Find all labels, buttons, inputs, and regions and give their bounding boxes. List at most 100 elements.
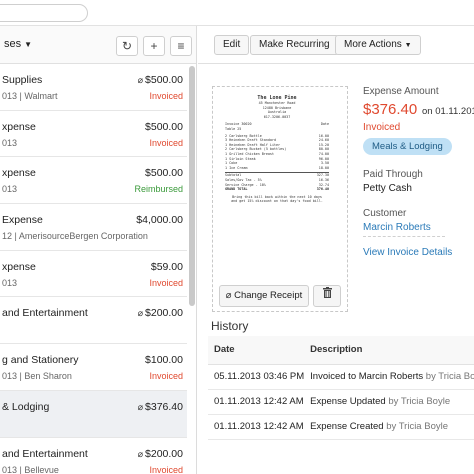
change-receipt-button[interactable]: ⌀ Change Receipt [219, 285, 309, 307]
expense-category: & Lodging [2, 400, 50, 413]
history-title: History [211, 319, 249, 333]
receipt-grand-label: GRAND TOTAL [225, 187, 248, 192]
expense-category: g and Stationery [2, 354, 79, 367]
history-author: by Tricia Boyle [386, 421, 448, 432]
list-item[interactable]: and Entertainment ⌀ $200.00 [0, 297, 187, 345]
history-description-cell: Expense Created by Tricia Boyle [304, 414, 474, 440]
receipt-footer-2: and get 15% discount on that day's food … [231, 199, 323, 204]
status-badge: Reimbursed [134, 184, 183, 195]
receipt-preview: The Lone Pine 45 Manchester Road 12480 B… [212, 86, 348, 312]
list-scrollbar[interactable] [189, 66, 195, 306]
paperclip-icon: ⌀ [225, 290, 232, 301]
more-actions-label: More Actions [344, 39, 402, 50]
search-input[interactable] [0, 4, 88, 22]
expense-category: xpense [2, 167, 36, 180]
expense-category: Expense [2, 214, 43, 227]
hamburger-icon: ≡ [177, 39, 185, 53]
status-badge: Invoiced [149, 371, 183, 382]
list-view-selector[interactable]: ses ▼ [4, 38, 32, 50]
more-actions-button[interactable]: More Actions ▼ [335, 35, 421, 55]
history-row: 05.11.2013 03:46 PM Invoiced to Marcin Ro… [208, 364, 474, 390]
history-row: 01.11.2013 12:42 AM Expense Updated by Tr… [208, 389, 474, 415]
plus-icon: + [150, 39, 158, 53]
expense-amount-cell: ⌀ $200.00 [138, 307, 183, 319]
expense-amount-cell: ⌀ $376.40 [138, 401, 183, 413]
paperclip-icon: ⌀ [137, 448, 144, 459]
expense-amount-cell: $500.00 [145, 121, 183, 133]
list-item[interactable]: Supplies 013 | Walmart ⌀ $500.00 Invoiced [0, 64, 187, 111]
expense-amount-value: $4,000.00 [136, 214, 183, 227]
expense-meta: 013 [2, 184, 18, 195]
list-view-title: ses [4, 38, 22, 50]
status-badge: Invoiced [149, 277, 183, 288]
receipt-lines: 2 Carlsberg Bottle 16.00 3 Heineken Draft … [225, 134, 329, 171]
add-expense-button[interactable]: + [143, 36, 165, 56]
list-item[interactable]: and Entertainment 013 | Bellevue ⌀ $200.00 I… [0, 438, 187, 474]
change-receipt-label: Change Receipt [234, 290, 303, 301]
expense-category: xpense [2, 260, 36, 273]
expense-amount-cell: $500.00 [145, 167, 183, 179]
expense-amount-label: Expense Amount [363, 86, 439, 97]
receipt-image[interactable]: The Lone Pine 45 Manchester Road 12480 B… [225, 95, 329, 245]
list-header: ses ▼ ↻ + ≡ [0, 26, 196, 64]
expense-amount-value: $59.00 [150, 260, 183, 273]
status-label: Invoiced [363, 122, 401, 133]
receipt-phone: 617-3206-0037 [263, 114, 291, 119]
history-header-row: Date Description [208, 336, 474, 365]
detail-toolbar: Edit Make Recurring More Actions ▼ [198, 26, 474, 64]
make-recurring-button[interactable]: Make Recurring [250, 35, 339, 55]
refresh-icon: ↻ [121, 39, 133, 53]
paperclip-icon: ⌀ [137, 308, 144, 319]
history-description-cell: Expense Updated by Tricia Boyle [304, 389, 474, 415]
receipt-line-price: 18.00 [318, 165, 329, 170]
expense-amount-value: $200.00 [145, 307, 183, 320]
expense-amount-cell: $59.00 [151, 261, 183, 273]
status-badge: Invoiced [149, 91, 183, 101]
expense-meta: 013 | Ben Sharon [2, 371, 72, 382]
list-item[interactable]: xpense 013 $500.00 Reimbursed [0, 157, 187, 205]
list-item[interactable]: g and Stationery 013 | Ben Sharon $100.00 I… [0, 344, 187, 391]
customer-link[interactable]: Marcin Roberts [363, 222, 474, 233]
receipt-grand: 376.40 [316, 187, 329, 192]
expense-date: on 01.11.2013 [422, 106, 474, 117]
receipt-table: Table 25 [225, 126, 242, 131]
expense-detail-pane: Edit Make Recurring More Actions ▼ The L… [198, 26, 474, 474]
edit-button[interactable]: Edit [214, 35, 250, 55]
expense-amount-value: $500.00 [145, 167, 183, 180]
refresh-button[interactable]: ↻ [116, 36, 138, 56]
expense-meta: 013 [2, 137, 18, 148]
list-item[interactable]: Expense 12 | AmerisourceBergen Corporatio… [0, 204, 187, 251]
expense-amount-cell: ⌀ $500.00 [138, 74, 183, 86]
expense-category: and Entertainment [2, 307, 88, 320]
list-item[interactable]: xpense 013 $59.00 Invoiced [0, 251, 187, 298]
expense-amount-value: $200.00 [145, 447, 183, 460]
receipt-actions: ⌀ Change Receipt [219, 285, 341, 309]
list-item[interactable]: & Lodging ⌀ $376.40 [0, 390, 187, 438]
expense-amount-value: $500.00 [145, 120, 183, 133]
history-author: by Tricia Boyle [425, 371, 474, 382]
expense-meta: 013 [2, 277, 18, 288]
paperclip-icon: ⌀ [137, 401, 144, 412]
category-badge: Meals & Lodging [363, 138, 452, 155]
list-item[interactable]: xpense 013 $500.00 Invoiced [0, 111, 187, 158]
menu-button[interactable]: ≡ [170, 36, 192, 56]
history-description-cell: Invoiced to Marcin Roberts by Tricia Boy… [304, 364, 474, 390]
history-col-description: Description [304, 336, 474, 365]
expense-list-pane: ses ▼ ↻ + ≡ Supplies 013 | Walmart ⌀ $500.00… [0, 26, 197, 474]
expense-amount-cell: $4,000.00 [136, 214, 183, 226]
receipt-date: Date [320, 122, 329, 127]
status-badge: Invoiced [149, 464, 183, 474]
view-invoice-details-link[interactable]: View Invoice Details [363, 247, 474, 258]
delete-receipt-button[interactable] [313, 285, 341, 307]
expense-category: and Entertainment [2, 447, 88, 460]
expense-meta: 013 | Walmart [2, 91, 58, 101]
expense-amount-cell: $100.00 [145, 354, 183, 366]
expense-amount-cell: ⌀ $200.00 [138, 448, 183, 460]
expense-amount-value: $376.40 [145, 400, 183, 413]
history-date: 05.11.2013 03:46 PM [208, 364, 305, 390]
receipt-line-item: 1 Ice Cream [225, 165, 248, 170]
paid-through-label: Paid Through [363, 169, 423, 180]
caret-down-icon: ▼ [24, 40, 33, 49]
expense-amount-value: $100.00 [145, 354, 183, 367]
trash-icon [322, 287, 332, 298]
